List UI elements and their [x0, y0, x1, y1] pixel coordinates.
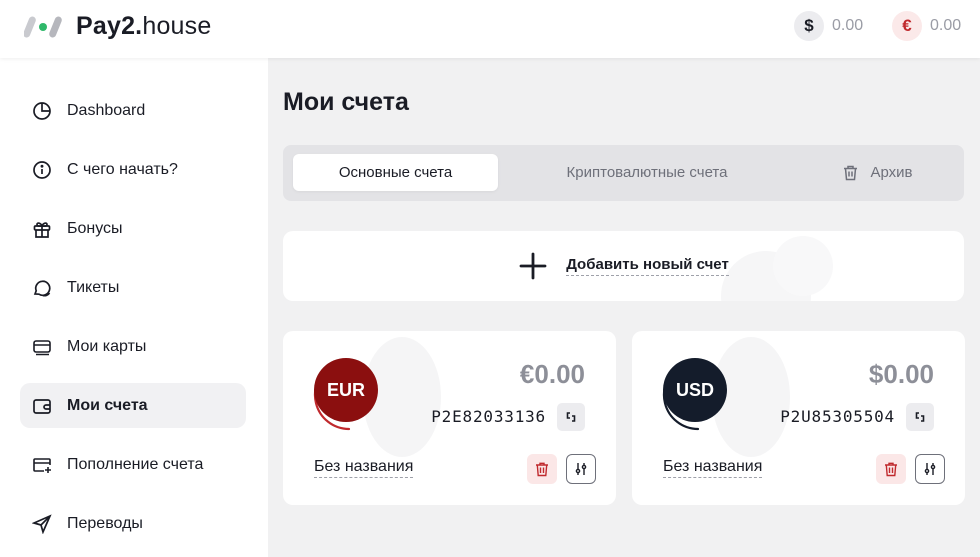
delete-account-button[interactable]: [527, 454, 557, 484]
trash-icon: [536, 462, 548, 476]
dollar-icon: $: [794, 11, 824, 41]
account-number: P2U85305504: [780, 407, 895, 426]
pie-chart-icon: [32, 101, 52, 121]
sliders-icon: [924, 463, 936, 475]
sliders-icon: [575, 463, 587, 475]
sidebar-item-label: С чего начать?: [67, 160, 178, 178]
logo[interactable]: Pay2.house: [23, 12, 212, 41]
trash-icon: [843, 165, 858, 181]
add-account-button[interactable]: Добавить новый счет: [283, 231, 964, 301]
account-settings-button[interactable]: [566, 454, 596, 484]
account-name[interactable]: Без названия: [663, 458, 763, 478]
sidebar-item-label: Dashboard: [67, 101, 146, 119]
copy-icon: [566, 412, 576, 422]
account-card-eur[interactable]: EUR €0.00 P2E82033136 Без названия: [283, 331, 616, 505]
tab-label: Основные счета: [338, 164, 453, 181]
page-title: Мои счета: [283, 88, 409, 116]
info-icon: [32, 160, 52, 180]
account-balance: $0.00: [868, 359, 934, 389]
sidebar-item-label: Переводы: [67, 514, 143, 532]
account-tabs: Основные счета Криптовалютные счета Архи…: [283, 145, 964, 201]
top-header: Pay2.house $ 0.00 € 0.00: [0, 0, 980, 58]
sidebar-item-getting-started[interactable]: С чего начать?: [20, 147, 246, 192]
sidebar-item-label: Пополнение счета: [67, 455, 204, 473]
send-icon: [32, 513, 52, 534]
delete-account-button[interactable]: [876, 454, 906, 484]
currency-badge: EUR: [314, 358, 378, 422]
euro-icon: €: [892, 11, 922, 41]
gift-icon: [32, 219, 52, 239]
cards-icon: [32, 337, 52, 357]
plus-icon: [518, 251, 548, 281]
wallet-icon: [32, 396, 52, 416]
sidebar-item-label: Тикеты: [67, 278, 120, 296]
copy-button[interactable]: [557, 403, 585, 431]
logo-text: Pay2.house: [76, 12, 212, 40]
decorative-circle: [773, 236, 833, 296]
tab-crypto-accounts[interactable]: Криптовалютные счета: [523, 154, 771, 191]
tab-label: Архив: [870, 164, 913, 181]
sidebar-item-tickets[interactable]: Тикеты: [20, 265, 246, 310]
balance-eur[interactable]: € 0.00: [892, 11, 961, 41]
sidebar-item-label: Мои карты: [67, 337, 147, 355]
sidebar-item-label: Бонусы: [67, 219, 123, 237]
sidebar-item-transfers[interactable]: Переводы: [20, 501, 246, 546]
copy-icon: [915, 412, 925, 422]
account-number: P2E82033136: [431, 407, 546, 426]
sidebar-item-label: Мои счета: [67, 396, 148, 414]
tab-main-accounts[interactable]: Основные счета: [293, 154, 498, 191]
sidebar: Dashboard С чего начать? Бонусы Тикеты М…: [0, 58, 268, 557]
balance-usd[interactable]: $ 0.00: [794, 11, 863, 41]
logo-mark-icon: [23, 13, 66, 41]
chat-icon: [32, 278, 52, 298]
account-name[interactable]: Без названия: [314, 458, 414, 478]
sidebar-item-my-accounts[interactable]: Мои счета: [20, 383, 246, 428]
account-settings-button[interactable]: [915, 454, 945, 484]
currency-badge: USD: [663, 358, 727, 422]
sidebar-item-top-up[interactable]: Пополнение счета: [20, 442, 246, 487]
trash-icon: [885, 462, 897, 476]
balance-eur-value: 0.00: [930, 17, 962, 34]
tab-archive[interactable]: Архив: [803, 154, 953, 191]
sidebar-item-dashboard[interactable]: Dashboard: [20, 88, 246, 133]
add-account-label: Добавить новый счет: [566, 256, 729, 276]
account-card-usd[interactable]: USD $0.00 P2U85305504 Без названия: [632, 331, 965, 505]
tab-label: Криптовалютные счета: [566, 164, 728, 181]
sidebar-item-bonuses[interactable]: Бонусы: [20, 206, 246, 251]
copy-button[interactable]: [906, 403, 934, 431]
sidebar-item-my-cards[interactable]: Мои карты: [20, 324, 246, 369]
card-plus-icon: [32, 455, 52, 475]
account-balance: €0.00: [519, 359, 585, 389]
balance-usd-value: 0.00: [832, 17, 864, 34]
